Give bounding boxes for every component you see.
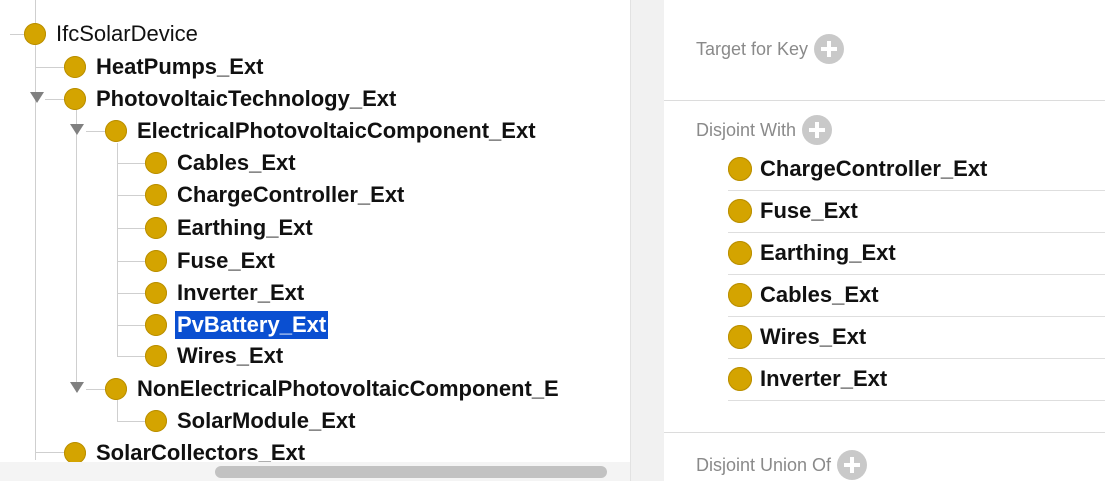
tree-connector [117, 293, 145, 294]
tree-node-label: PvBattery_Ext [175, 311, 329, 339]
target-for-key-section: Target for Key [696, 34, 845, 64]
tree-connector [117, 195, 145, 196]
section-divider [664, 100, 1105, 101]
tree-connector [117, 228, 145, 229]
class-icon [145, 217, 167, 239]
class-icon [728, 157, 752, 181]
disjoint-item-label: Inverter_Ext [760, 366, 888, 391]
tree-node-label: Wires_Ext [177, 343, 284, 368]
tree-node-pvbattery-selected[interactable]: PvBattery_Ext [145, 309, 329, 341]
tree-connector [117, 325, 145, 326]
tree-connector [117, 261, 145, 262]
class-hierarchy-tree[interactable]: IfcSolarDevice HeatPumps_Ext Photovoltai… [0, 0, 630, 481]
tree-node-label: PhotovoltaicTechnology_Ext [96, 86, 397, 111]
disjoint-item[interactable]: Inverter_Ext [728, 358, 1105, 401]
add-disjoint-union-icon[interactable] [837, 450, 868, 480]
class-icon [728, 241, 752, 265]
disjoint-item[interactable]: Wires_Ext [728, 316, 1105, 359]
tree-node-solarmodule[interactable]: SolarModule_Ext [145, 405, 357, 437]
tree-connector [86, 389, 106, 390]
expand-caret-icon[interactable] [70, 382, 84, 393]
disjoint-item-label: Earthing_Ext [760, 240, 896, 265]
horizontal-scrollbar[interactable] [0, 462, 630, 481]
disjoint-union-of-section: Disjoint Union Of [696, 450, 868, 480]
tree-node-fuse[interactable]: Fuse_Ext [145, 245, 277, 277]
add-disjoint-with-icon[interactable] [802, 115, 833, 145]
tree-connector [86, 131, 106, 132]
expand-caret-icon[interactable] [30, 92, 44, 103]
disjoint-item-label: Cables_Ext [760, 282, 879, 307]
class-icon [728, 283, 752, 307]
tree-node-nonelectricalphotovoltaiccomponent[interactable]: NonElectricalPhotovoltaicComponent_E [105, 373, 561, 405]
tree-node-earthing[interactable]: Earthing_Ext [145, 212, 315, 244]
scrollbar-thumb[interactable] [215, 466, 607, 478]
tree-connector [45, 99, 65, 100]
tree-node-label: ElectricalPhotovoltaicComponent_Ext [137, 118, 536, 143]
tree-node-label: SolarModule_Ext [177, 408, 356, 433]
tree-node-wires[interactable]: Wires_Ext [145, 340, 285, 372]
class-icon [105, 120, 127, 142]
disjoint-item[interactable]: Cables_Ext [728, 274, 1105, 317]
disjoint-item-label: Fuse_Ext [760, 198, 858, 223]
tree-connector [117, 163, 145, 164]
section-divider [664, 432, 1105, 433]
class-icon [64, 442, 86, 464]
class-icon [728, 199, 752, 223]
class-icon [145, 250, 167, 272]
class-icon [145, 184, 167, 206]
tree-connector [117, 356, 145, 357]
disjoint-item[interactable]: Fuse_Ext [728, 190, 1105, 233]
class-icon [145, 345, 167, 367]
add-target-for-key-icon[interactable] [814, 34, 845, 64]
class-icon [145, 282, 167, 304]
tree-node-inverter[interactable]: Inverter_Ext [145, 277, 306, 309]
tree-node-label: HeatPumps_Ext [96, 54, 264, 79]
tree-node-label: Cables_Ext [177, 150, 296, 175]
tree-connector [76, 110, 77, 392]
class-icon [145, 410, 167, 432]
class-icon [728, 367, 752, 391]
class-icon [728, 325, 752, 349]
tree-node-label: Earthing_Ext [177, 215, 313, 240]
tree-node-label: Inverter_Ext [177, 280, 305, 305]
tree-node-label: ChargeController_Ext [177, 182, 405, 207]
tree-node-heatpumps[interactable]: HeatPumps_Ext [64, 51, 266, 83]
class-icon [145, 314, 167, 336]
disjoint-item-label: Wires_Ext [760, 324, 867, 349]
section-title: Disjoint With [696, 119, 797, 140]
tree-node-photovoltaictechnology[interactable]: PhotovoltaicTechnology_Ext [64, 83, 398, 115]
tree-connector [35, 0, 36, 460]
disjoint-item[interactable]: Earthing_Ext [728, 232, 1105, 275]
tree-node-label: IfcSolarDevice [56, 21, 198, 46]
tree-connector [35, 452, 65, 453]
section-title: Target for Key [696, 38, 809, 59]
class-icon [64, 88, 86, 110]
disjoint-item-label: ChargeController_Ext [760, 156, 988, 181]
class-description-panel: Target for Key Disjoint With ChargeContr… [664, 0, 1105, 481]
tree-node-electricalphotovoltaiccomponent[interactable]: ElectricalPhotovoltaicComponent_Ext [105, 115, 538, 147]
class-icon [145, 152, 167, 174]
class-icon [105, 378, 127, 400]
tree-node-ifcsolardevice[interactable]: IfcSolarDevice [24, 18, 200, 50]
panel-splitter[interactable] [630, 0, 665, 481]
tree-connector [35, 67, 65, 68]
disjoint-item[interactable]: ChargeController_Ext [728, 148, 1105, 191]
expand-caret-icon[interactable] [70, 124, 84, 135]
tree-node-cables[interactable]: Cables_Ext [145, 147, 298, 179]
tree-connector [117, 421, 145, 422]
tree-node-label: Fuse_Ext [177, 248, 275, 273]
class-icon [64, 56, 86, 78]
class-icon [24, 23, 46, 45]
tree-node-label: NonElectricalPhotovoltaicComponent_E [137, 376, 559, 401]
tree-node-chargecontroller[interactable]: ChargeController_Ext [145, 179, 406, 211]
section-title: Disjoint Union Of [696, 454, 832, 475]
disjoint-with-section: Disjoint With [696, 115, 833, 145]
